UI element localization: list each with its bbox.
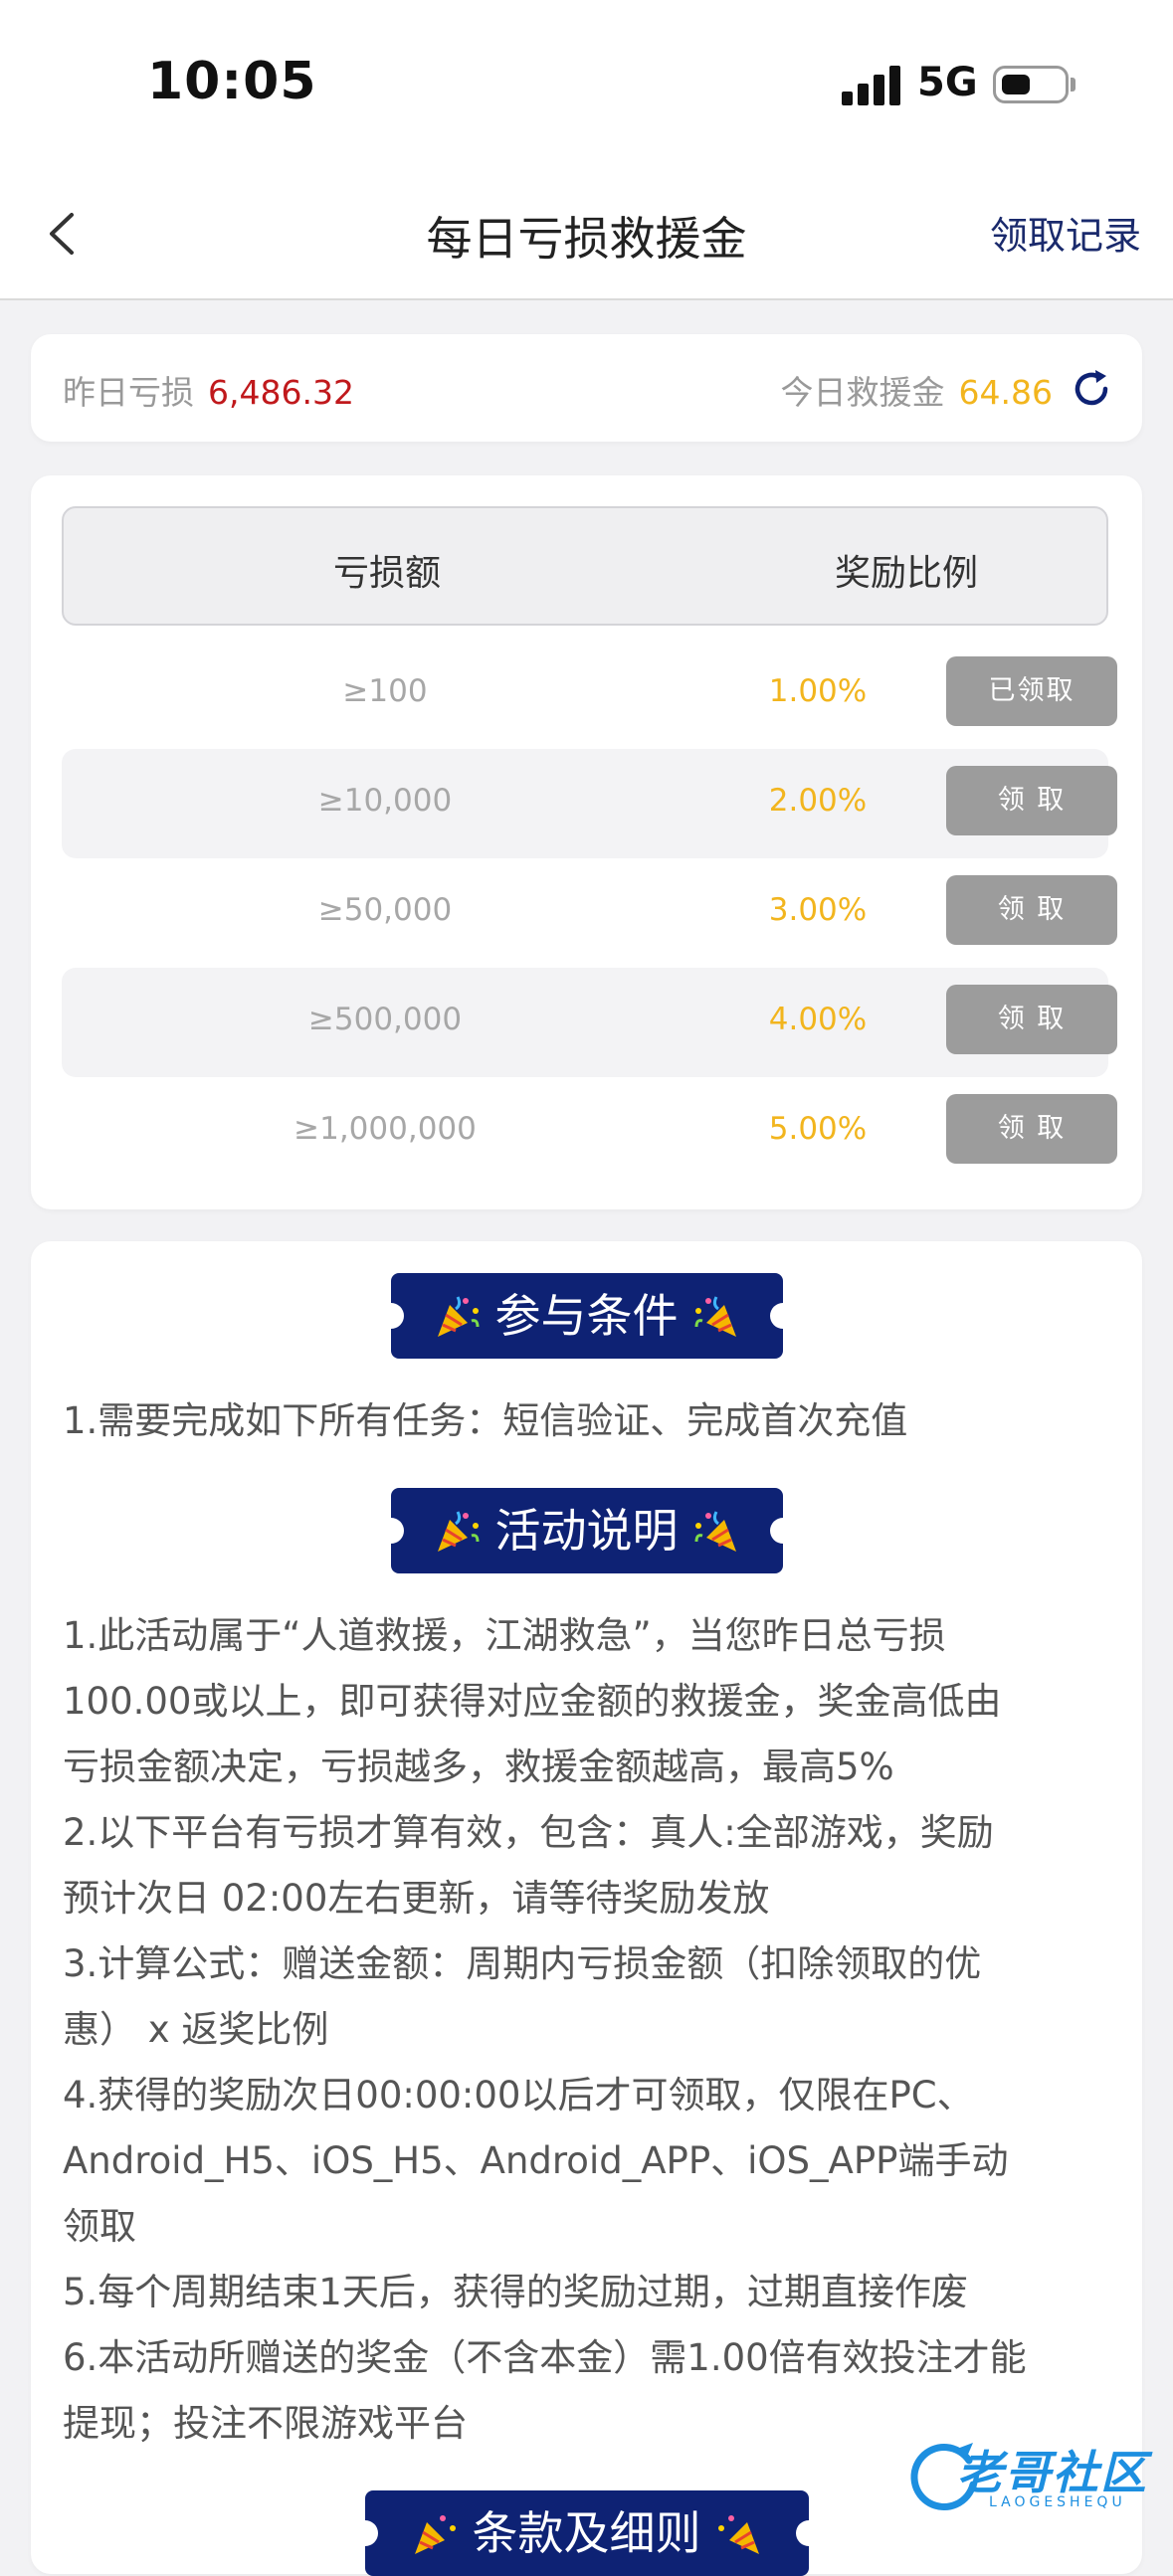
- party-popper-icon: [414, 2514, 456, 2554]
- battery-tip: [1071, 78, 1075, 92]
- chevron-left-icon: [50, 213, 74, 255]
- tier-row: ≥500,000 4.00% 领 取: [62, 968, 1117, 1077]
- nav-bar: 每日亏损救援金 领取记录: [0, 169, 1173, 300]
- claim-button[interactable]: 领 取: [946, 766, 1117, 835]
- description-line: 4.获得的奖励次日00:00:00以后才可领取，仅限在PC、: [63, 2074, 974, 2116]
- summary-card: 昨日亏损 6,486.32 今日救援金 64.86: [31, 334, 1142, 442]
- today-rescue: 今日救援金 64.86: [781, 366, 1053, 414]
- description-line: 惠） x 返奖比例: [63, 2008, 329, 2051]
- party-popper-icon: [717, 2514, 759, 2554]
- description-line: 2.以下平台有亏损才算有效，包含：真人:全部游戏，奖励: [63, 1811, 994, 1854]
- party-popper-icon: [694, 1510, 736, 1552]
- tier-ratio: 1.00%: [768, 673, 868, 709]
- refresh-icon[interactable]: [1069, 366, 1114, 412]
- yesterday-loss: 昨日亏损 6,486.32: [63, 366, 354, 414]
- yesterday-loss-label: 昨日亏损: [63, 373, 194, 412]
- tier-ratio: 4.00%: [768, 1002, 868, 1037]
- tier-row: ≥1,000,000 5.00% 领 取: [62, 1077, 1117, 1187]
- tier-amount: ≥100: [342, 673, 428, 709]
- tier-row: ≥50,000 3.00% 领 取: [62, 858, 1117, 968]
- back-button[interactable]: [30, 199, 99, 269]
- watermark-title: 老哥社区: [957, 2446, 1148, 2499]
- terms-banner: 条款及细则: [351, 2490, 822, 2576]
- network-type: 5G: [917, 60, 978, 105]
- tier-table-card: 亏损额 奖励比例 ≥100 1.00% 已领取 ≥10,000 2.00% 领 …: [31, 475, 1142, 1209]
- terms-title: 条款及细则: [472, 2506, 701, 2560]
- tier-amount: ≥10,000: [317, 783, 453, 819]
- description-line: 100.00或以上，即可获得对应金额的救援金，奖金高低由: [63, 1680, 1002, 1723]
- tier-row: ≥100 1.00% 已领取: [62, 640, 1117, 749]
- tier-row: ≥10,000 2.00% 领 取: [62, 749, 1117, 858]
- description-line: 领取: [63, 2205, 136, 2248]
- conditions-text: 1.需要完成如下所有任务：短信验证、完成首次充值: [63, 1388, 1127, 1454]
- site-watermark: 老哥社区 LAOGESHEQU: [907, 2433, 1168, 2528]
- description-line: Android_H5、iOS_H5、Android_APP、iOS_APP端手动: [63, 2139, 1009, 2182]
- tier-table-header: 亏损额 奖励比例: [62, 506, 1108, 626]
- description-banner: 活动说明: [377, 1488, 796, 1573]
- status-bar: 10:05 5G: [0, 0, 1173, 169]
- claim-records-link[interactable]: 领取记录: [990, 205, 1141, 260]
- party-popper-icon: [694, 1295, 736, 1337]
- claim-button[interactable]: 领 取: [946, 1094, 1117, 1164]
- tier-amount: ≥50,000: [317, 892, 453, 928]
- tier-ratio: 5.00%: [768, 1111, 868, 1147]
- conditions-title: 参与条件: [494, 1289, 679, 1343]
- tier-amount: ≥500,000: [307, 1002, 463, 1037]
- today-rescue-label: 今日救援金: [780, 373, 945, 412]
- rules-card: 参与条件 1.需要完成如下所有任务：短信验证、完成首次充值 活动说明 1.此活动…: [31, 1241, 1142, 2576]
- claimed-button[interactable]: 已领取: [946, 656, 1117, 726]
- party-popper-icon: [437, 1295, 479, 1337]
- tier-ratio: 3.00%: [768, 892, 868, 928]
- description-line: 亏损金额决定，亏损越多，救援金额越高，最高5%: [63, 1746, 894, 1788]
- today-rescue-value: 64.86: [958, 373, 1053, 412]
- description-line: 预计次日 02:00左右更新，请等待奖励发放: [63, 1877, 770, 1920]
- tier-ratio: 2.00%: [768, 783, 868, 819]
- description-text: 1.此活动属于“人道救援，江湖救急”，当您昨日总亏损 100.00或以上，即可获…: [63, 1603, 1127, 2457]
- column-header-loss: 亏损额: [332, 553, 441, 594]
- conditions-banner: 参与条件: [377, 1273, 796, 1359]
- battery-icon: [993, 66, 1069, 103]
- signal-icon: [842, 64, 901, 105]
- column-header-ratio: 奖励比例: [834, 553, 978, 594]
- description-title: 活动说明: [494, 1504, 679, 1558]
- watermark-subtitle: LAOGESHEQU: [989, 2494, 1126, 2510]
- claim-button[interactable]: 领 取: [946, 875, 1117, 945]
- status-time: 10:05: [147, 52, 317, 111]
- description-line: 6.本活动所赠送的奖金（不含本金）需1.00倍有效投注才能: [63, 2336, 1027, 2379]
- description-line: 5.每个周期结束1天后，获得的奖励过期，过期直接作废: [63, 2271, 968, 2313]
- tier-amount: ≥1,000,000: [293, 1111, 477, 1147]
- yesterday-loss-value: 6,486.32: [208, 373, 354, 412]
- description-line: 3.计算公式：赠送金额：周期内亏损金额（扣除领取的优: [63, 1942, 982, 1985]
- party-popper-icon: [437, 1510, 479, 1552]
- condition-line: 1.需要完成如下所有任务：短信验证、完成首次充值: [63, 1399, 908, 1442]
- claim-button[interactable]: 领 取: [946, 985, 1117, 1054]
- description-line: 1.此活动属于“人道救援，江湖救急”，当您昨日总亏损: [63, 1614, 946, 1657]
